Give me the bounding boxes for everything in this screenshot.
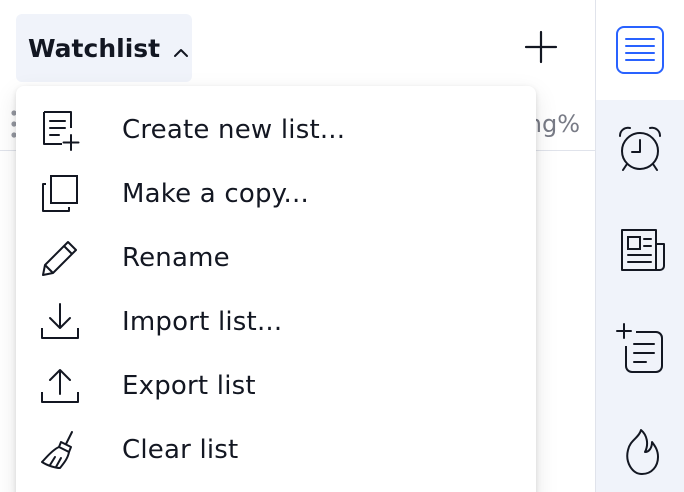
menu-item-label: Export list (122, 371, 256, 401)
chevron-up-icon (172, 39, 190, 57)
menu-item-export-list[interactable]: Export list (16, 354, 536, 418)
menu-item-label: Import list... (122, 307, 283, 337)
ideas-icon (616, 323, 663, 373)
alarm-clock-icon (619, 126, 661, 171)
toolbar-news-button[interactable] (604, 214, 676, 286)
plus-icon (524, 30, 558, 64)
toolbar-watchlist-button[interactable] (604, 14, 676, 86)
copy-icon (38, 172, 82, 216)
list-add-icon (38, 108, 82, 152)
watchlist-title: Watchlist (28, 33, 161, 63)
menu-item-clear-list[interactable]: Clear list (16, 418, 536, 482)
add-symbol-button[interactable] (516, 22, 566, 72)
watchlist-menu: Create new list... Make a copy... Rename (16, 86, 536, 492)
right-toolbar (596, 0, 684, 492)
menu-item-make-a-copy[interactable]: Make a copy... (16, 162, 536, 226)
menu-item-import-list[interactable]: Import list... (16, 290, 536, 354)
menu-item-label: Make a copy... (122, 179, 309, 209)
broom-icon (38, 428, 82, 472)
watchlist-dropdown-button[interactable]: Watchlist (16, 14, 192, 82)
menu-item-label: Create new list... (122, 115, 346, 145)
toolbar-ideas-button[interactable] (604, 312, 676, 384)
news-icon (621, 229, 665, 271)
watchlist-icon (616, 26, 664, 74)
download-icon (38, 300, 82, 344)
pencil-icon (38, 236, 82, 280)
menu-item-label: Clear list (122, 435, 239, 465)
toolbar-hotlists-button[interactable] (604, 416, 676, 488)
toolbar-alerts-button[interactable] (604, 112, 676, 184)
hotlist-flame-icon (626, 429, 659, 475)
menu-item-create-new-list[interactable]: Create new list... (16, 98, 536, 162)
upload-icon (38, 364, 82, 408)
menu-item-label: Rename (122, 243, 230, 273)
menu-item-rename[interactable]: Rename (16, 226, 536, 290)
